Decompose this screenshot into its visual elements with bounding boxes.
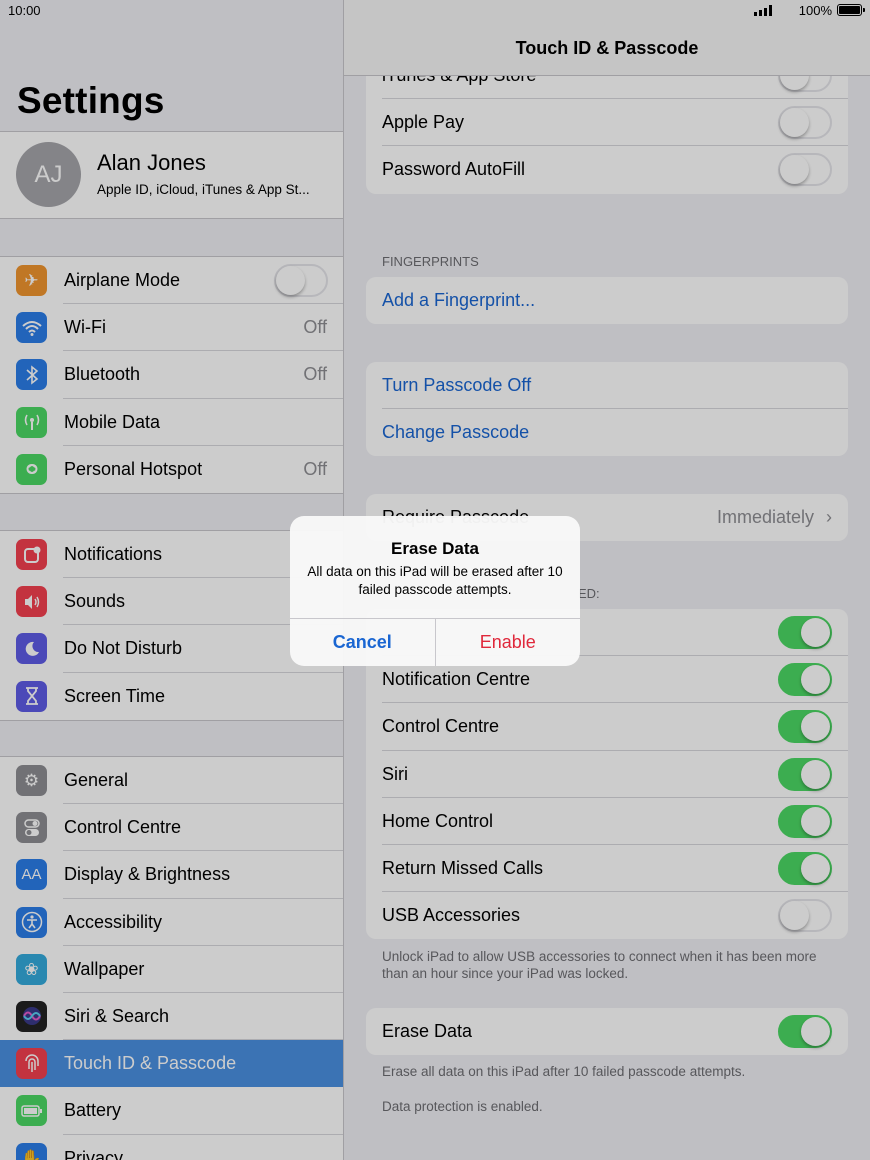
- alert-title: Erase Data: [391, 539, 479, 558]
- cancel-button[interactable]: Cancel: [290, 619, 435, 666]
- enable-button[interactable]: Enable: [434, 619, 581, 666]
- alert-buttons: Cancel Enable: [290, 618, 580, 666]
- alert-message: All data on this iPad will be erased aft…: [307, 564, 563, 597]
- erase-data-alert: Erase Data All data on this iPad will be…: [290, 516, 580, 666]
